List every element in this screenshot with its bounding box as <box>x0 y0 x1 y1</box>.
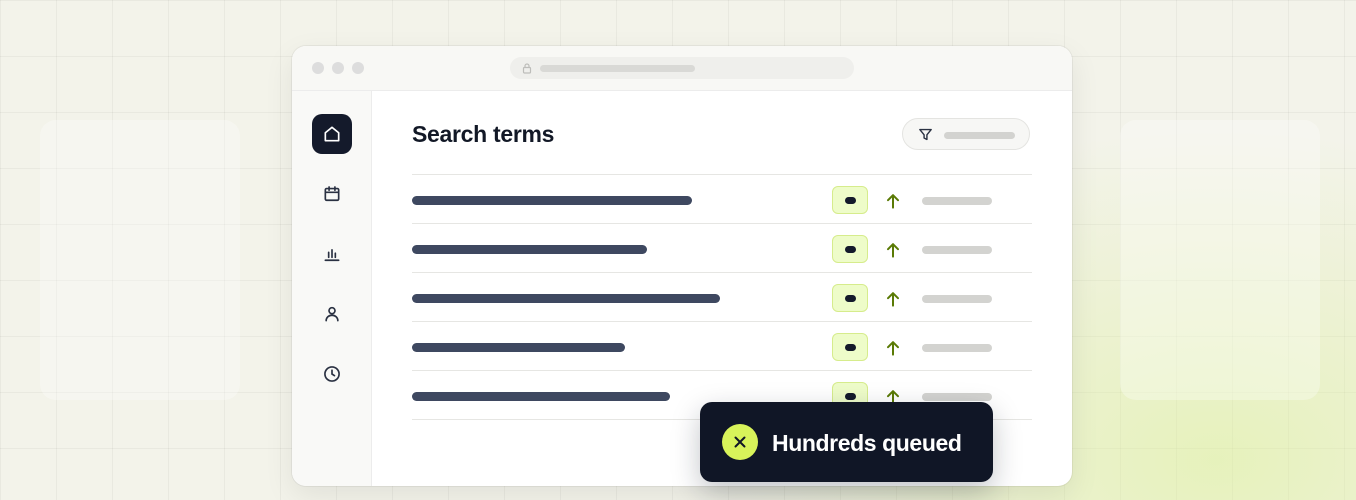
user-icon <box>325 306 339 322</box>
arrow-up-icon <box>887 341 899 356</box>
search-terms-table <box>412 174 1032 420</box>
filter-button[interactable] <box>902 118 1030 150</box>
background-card-right <box>1120 120 1320 400</box>
row-value <box>922 344 992 352</box>
toast-notification: Hundreds queued <box>700 402 993 482</box>
table-row[interactable] <box>412 174 1032 223</box>
toast-dismiss-button[interactable] <box>722 424 758 460</box>
home-icon <box>324 126 340 142</box>
row-value <box>922 246 992 254</box>
search-term <box>412 343 625 352</box>
status-badge <box>832 235 868 263</box>
search-term <box>412 196 692 205</box>
calendar-icon <box>324 186 340 202</box>
table-row[interactable] <box>412 223 1032 272</box>
row-value <box>922 197 992 205</box>
arrow-up-icon <box>887 243 899 258</box>
search-term <box>412 245 647 254</box>
background-card-left <box>40 120 240 400</box>
sidebar-item-history[interactable] <box>312 354 352 394</box>
lock-icon <box>522 63 532 74</box>
address-placeholder <box>540 65 695 72</box>
filter-icon <box>919 128 932 141</box>
window-minimize-dot[interactable] <box>332 62 344 74</box>
table-row[interactable] <box>412 321 1032 370</box>
arrow-up-icon <box>887 292 899 307</box>
status-badge <box>832 186 868 214</box>
close-icon <box>734 436 746 448</box>
window-close-dot[interactable] <box>312 62 324 74</box>
page-title: Search terms <box>412 121 555 147</box>
filter-placeholder <box>944 132 1015 139</box>
sidebar-item-analytics[interactable] <box>312 234 352 274</box>
clock-icon <box>324 366 340 382</box>
window-maximize-dot[interactable] <box>352 62 364 74</box>
sidebar-item-user[interactable] <box>312 294 352 334</box>
row-value <box>922 393 992 401</box>
table-row[interactable] <box>412 272 1032 321</box>
row-value <box>922 295 992 303</box>
search-term <box>412 294 720 303</box>
status-badge <box>832 333 868 361</box>
search-term <box>412 392 670 401</box>
sidebar <box>292 91 372 486</box>
sidebar-item-home[interactable] <box>312 114 352 154</box>
arrow-up-icon <box>887 194 899 209</box>
bar-chart-icon <box>324 249 340 262</box>
window-titlebar <box>292 46 1072 91</box>
address-bar[interactable] <box>510 57 854 79</box>
status-badge <box>832 284 868 312</box>
sidebar-item-calendar[interactable] <box>312 174 352 214</box>
toast-message: Hundreds queued <box>772 430 962 456</box>
